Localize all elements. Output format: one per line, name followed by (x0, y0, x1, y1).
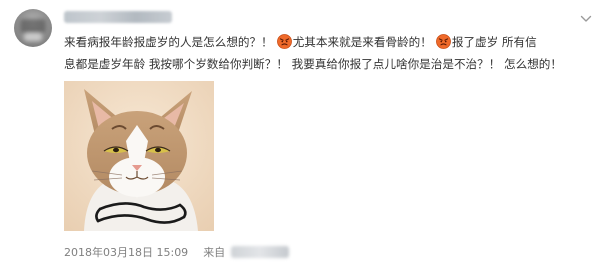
post-text-line-1: 来看病报年龄报虚岁的人是怎么想的？！ 尤其本来就是来看骨龄的！ 报了虚岁 所有信 (64, 31, 594, 53)
post-text-segment: 报了虚岁 所有信 (451, 35, 537, 49)
avatar-blur-lower (24, 33, 42, 41)
username-redacted[interactable] (64, 11, 172, 23)
post-timestamp[interactable]: 2018年03月18日 15:09 (64, 246, 188, 259)
cat-illustration (64, 81, 214, 231)
chevron-down-icon[interactable] (580, 14, 592, 24)
avatar[interactable] (14, 9, 52, 47)
post-text-segment: 尤其本来就是来看骨龄的！ (292, 35, 432, 49)
post-text: 来看病报年龄报虚岁的人是怎么想的？！ 尤其本来就是来看骨龄的！ 报了虚岁 所有信… (64, 31, 594, 75)
post-text-line-2: 息都是虚岁年龄 我按哪个岁数给你判断？！ 我要真给你报了点儿啥你是治是不治？！ … (64, 57, 562, 71)
post-source-redacted[interactable] (230, 246, 289, 258)
avatar-blur (20, 19, 46, 33)
post-text-segment: 来看病报年龄报虚岁的人是怎么想的？！ (64, 35, 273, 49)
angry-face-emoji-icon (276, 34, 292, 49)
post-meta: 2018年03月18日 15:09 来自 (64, 244, 289, 260)
cat-photo[interactable] (64, 81, 214, 231)
post-source-label: 来自 (203, 246, 226, 259)
weibo-post: 来看病报年龄报虚岁的人是怎么想的？！ 尤其本来就是来看骨龄的！ 报了虚岁 所有信… (0, 0, 600, 265)
angry-face-emoji-icon (435, 34, 451, 49)
